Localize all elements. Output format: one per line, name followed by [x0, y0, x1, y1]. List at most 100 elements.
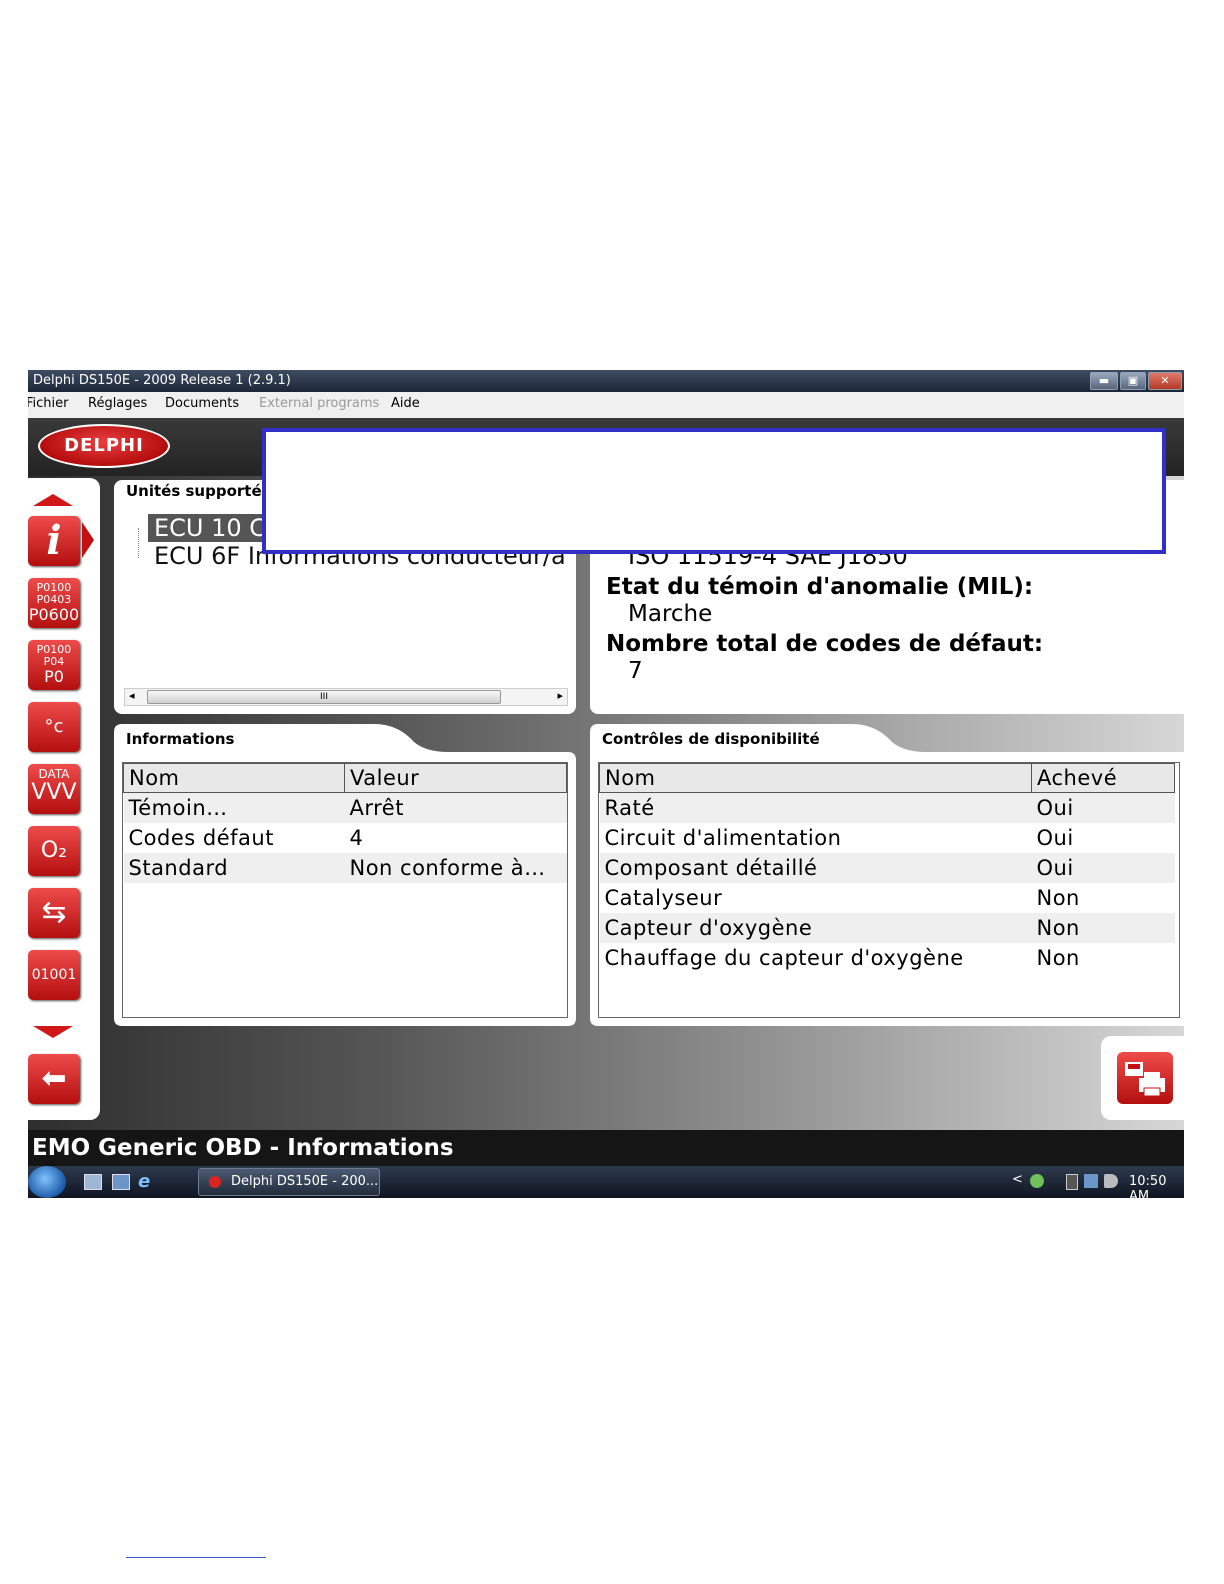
live-data-button[interactable]: DATA VVV — [28, 764, 80, 814]
back-arrow-icon: ⬅ — [41, 1061, 67, 1096]
table-cell: Circuit d'alimentation — [604, 826, 842, 850]
column-header-nom[interactable]: Nom — [599, 763, 1032, 793]
delphi-logo: DELPHI — [38, 424, 170, 468]
taskbar-task-label: Delphi DS150E - 200... — [231, 1174, 379, 1189]
fault-code-line: P0600 — [28, 605, 80, 624]
start-button-icon[interactable] — [28, 1166, 66, 1198]
table-header-row: Nom Valeur — [123, 763, 567, 793]
table-cell: Raté — [599, 792, 1032, 823]
mil-value: Marche — [628, 601, 713, 627]
live-data-label: DATA — [38, 767, 70, 781]
fault-codes-button[interactable]: P0100 P0403 P0600 — [28, 578, 80, 628]
table-header-row: Nom Achevé — [599, 763, 1175, 793]
table-cell: Standard — [123, 853, 345, 883]
table-row[interactable]: Capteur d'oxygène Non — [599, 913, 1175, 943]
codes-count-value: 7 — [628, 658, 643, 684]
menu-reglages[interactable]: Réglages — [88, 396, 147, 411]
binary-search-button[interactable]: 01001 — [28, 950, 80, 1000]
table-cell: 4 — [349, 826, 364, 850]
footnote-divider — [126, 1557, 266, 1558]
informations-table: Nom Valeur Témoin… Arrêt Codes défaut 4 … — [123, 763, 567, 883]
tray-clock[interactable]: 10:50 AM — [1129, 1174, 1184, 1198]
table-cell: Témoin… — [123, 792, 345, 823]
show-desktop-icon[interactable] — [84, 1174, 102, 1190]
sidebar: i P0100 P0403 P0600 P0100 P04 P0 °c DATA… — [28, 478, 100, 1120]
tray-volume-icon[interactable] — [1104, 1174, 1118, 1188]
actuator-test-button[interactable]: ⇆ — [28, 888, 80, 938]
unit-item-ecu10[interactable]: ECU 10 C — [148, 514, 273, 542]
table-cell: Oui — [1031, 853, 1175, 883]
table-row[interactable]: Témoin… Arrêt — [123, 792, 567, 823]
informations-table-frame: Nom Valeur Témoin… Arrêt Codes défaut 4 … — [122, 762, 568, 1018]
back-button[interactable]: ⬅ — [28, 1054, 80, 1104]
informations-title: Informations — [126, 730, 235, 748]
table-row[interactable]: Circuit d'alimentation Oui — [600, 823, 1175, 853]
scroll-right-icon[interactable]: ▸ — [557, 689, 563, 702]
print-icon — [1125, 1062, 1165, 1097]
table-cell: Arrêt — [344, 792, 567, 823]
tree-line — [138, 528, 140, 558]
active-indicator — [82, 522, 94, 558]
menu-aide[interactable]: Aide — [391, 396, 420, 411]
table-cell: Non — [1036, 946, 1080, 970]
actuator-test-icon: ⇆ — [41, 895, 67, 930]
column-header-acheve[interactable]: Achevé — [1031, 763, 1175, 793]
menu-fichier[interactable]: Fichier — [28, 396, 69, 411]
menu-documents[interactable]: Documents — [165, 396, 239, 411]
informations-panel: Informations Nom Valeur Témoin… Arrêt Co… — [114, 724, 576, 1026]
internet-explorer-icon[interactable]: e — [138, 1171, 150, 1192]
clear-codes-button[interactable]: P0100 P04 P0 — [28, 640, 80, 690]
tray-connection-icon[interactable] — [1084, 1174, 1098, 1188]
table-cell: Catalyseur — [604, 886, 723, 910]
table-cell: Codes défaut — [128, 826, 274, 850]
horizontal-scrollbar[interactable]: ◂ III ▸ — [124, 688, 568, 706]
clear-codes-icon: P0100 P04 P0 — [28, 640, 80, 686]
table-row[interactable]: Catalyseur Non — [600, 883, 1175, 913]
tray-battery-icon[interactable] — [1066, 1174, 1078, 1190]
live-data-waves: VVV — [31, 780, 77, 805]
menu-bar: Fichier Réglages Documents External prog… — [28, 392, 1184, 418]
info-icon: i — [46, 517, 62, 564]
binary-search-icon: 01001 — [31, 967, 77, 983]
scroll-left-icon[interactable]: ◂ — [129, 689, 135, 702]
scroll-up-arrow-icon[interactable] — [33, 494, 73, 506]
readiness-table: Nom Achevé Raté Oui Circuit d'alimentati… — [599, 763, 1175, 973]
column-header-valeur[interactable]: Valeur — [344, 763, 567, 793]
freeze-frame-button[interactable]: °c — [28, 702, 80, 752]
readiness-title: Contrôles de disponibilité — [602, 730, 820, 748]
info-button[interactable]: i — [28, 516, 80, 566]
table-cell: Oui — [1036, 826, 1074, 850]
taskbar-delphi-task[interactable]: Delphi DS150E - 200... — [198, 1168, 380, 1196]
fault-code-line: P0 — [44, 667, 64, 686]
scrollbar-thumb[interactable]: III — [147, 690, 501, 704]
table-cell: Non — [1036, 886, 1080, 910]
table-row[interactable]: Composant détaillé Oui — [599, 853, 1175, 883]
status-bar: EMO Generic OBD - Informations — [28, 1130, 1184, 1166]
readiness-table-frame: Nom Achevé Raté Oui Circuit d'alimentati… — [598, 762, 1180, 1018]
tray-chevron-icon[interactable]: < — [1012, 1172, 1023, 1187]
table-row[interactable]: Standard Non conforme à… — [123, 853, 567, 883]
mil-label: Etat du témoin d'anomalie (MIL): — [606, 574, 1034, 600]
fault-codes-icon: P0100 P0403 P0600 — [28, 578, 80, 624]
switch-windows-icon[interactable] — [112, 1174, 130, 1190]
maximize-button[interactable]: ▣ — [1120, 372, 1146, 390]
live-data-icon: DATA VVV — [28, 764, 80, 806]
table-cell: Capteur d'oxygène — [599, 913, 1032, 943]
scroll-down-arrow-icon[interactable] — [33, 1026, 73, 1038]
table-cell: Oui — [1031, 792, 1175, 823]
status-text: EMO Generic OBD - Informations — [32, 1135, 454, 1161]
table-cell: Non conforme à… — [344, 853, 567, 883]
table-row[interactable]: Codes défaut 4 — [124, 823, 567, 853]
oxygen-sensor-button[interactable]: O₂ — [28, 826, 80, 876]
table-row[interactable]: Chauffage du capteur d'oxygène Non — [600, 943, 1175, 973]
menu-external-programs[interactable]: External programs — [259, 396, 379, 411]
oxygen-sensor-icon: O₂ — [40, 838, 68, 863]
column-header-nom[interactable]: Nom — [123, 763, 345, 793]
print-button[interactable] — [1117, 1052, 1173, 1104]
close-button[interactable]: ✕ — [1148, 372, 1182, 390]
table-cell: Composant détaillé — [599, 853, 1032, 883]
minimize-button[interactable]: ▬ — [1090, 372, 1118, 390]
tray-network-icon[interactable] — [1030, 1174, 1044, 1188]
redaction-box — [262, 428, 1166, 554]
table-row[interactable]: Raté Oui — [599, 792, 1175, 823]
